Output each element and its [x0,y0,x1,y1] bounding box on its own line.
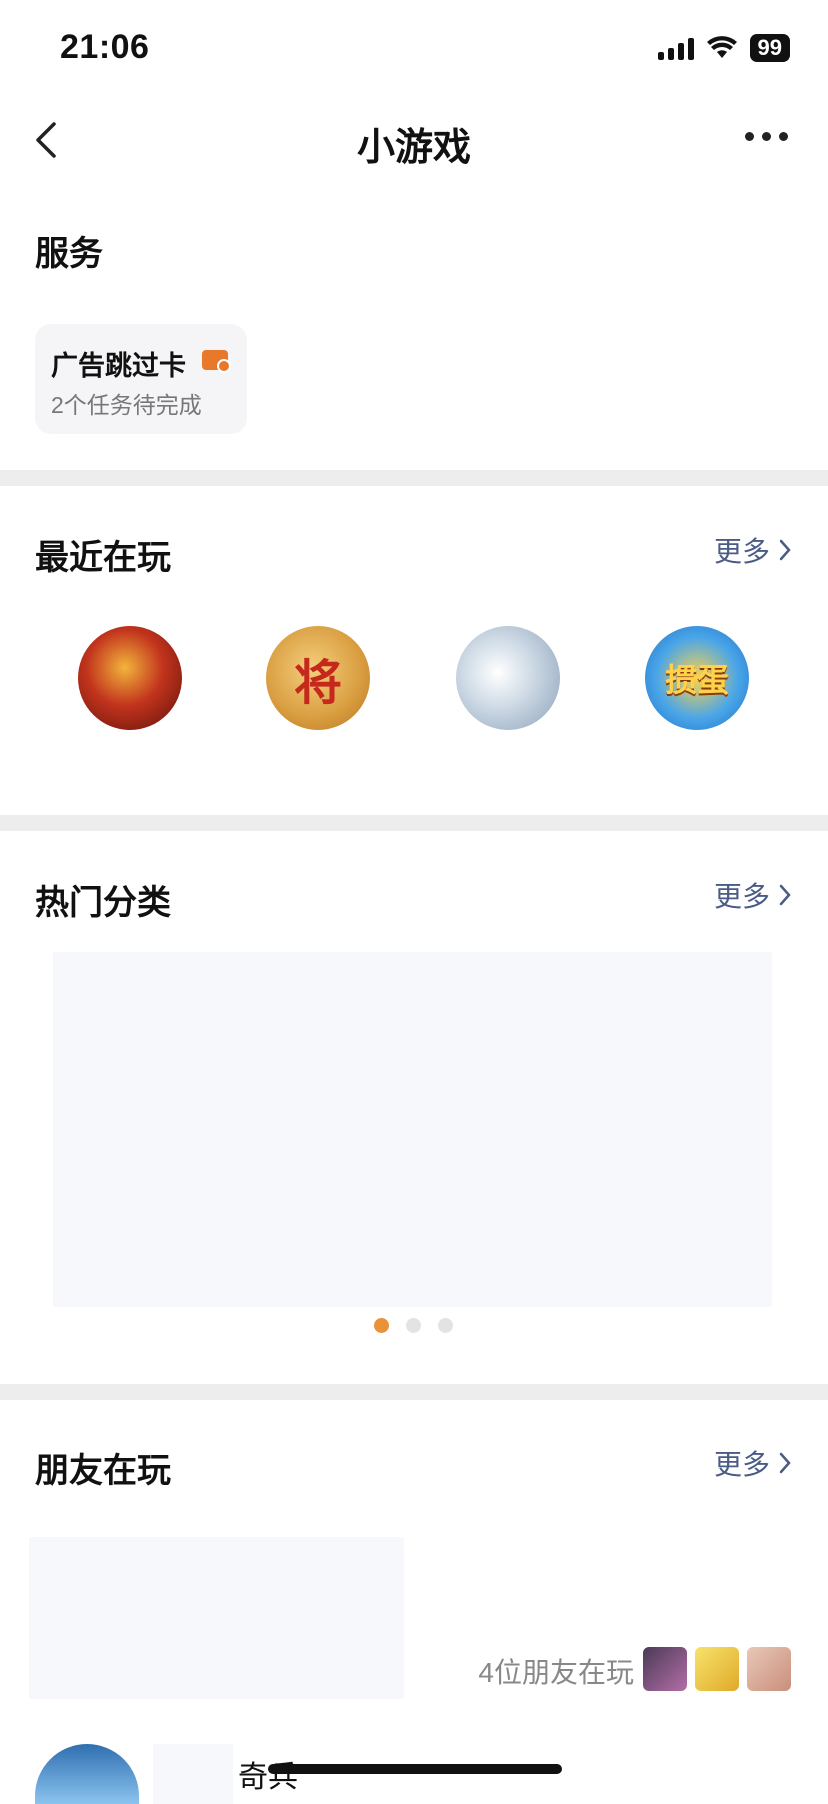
status-icons: 99 [657,34,790,62]
carousel-dot[interactable] [406,1318,421,1333]
ad-skip-card-name: 广告跳过卡 [51,351,186,381]
guandan-card-game-icon[interactable]: 掼蛋 [645,626,749,730]
game-name: 奇兵 [238,1761,298,1794]
friend-avatar[interactable] [695,1647,739,1691]
monkey-king-game-icon[interactable] [78,626,182,730]
friend-avatar[interactable] [643,1647,687,1691]
section-divider [0,1384,828,1400]
page-title: 小游戏 [356,127,471,169]
hot-more-label: 更多 [713,881,770,912]
game-thumbnail [153,1744,233,1804]
services-title: 服务 [35,235,103,273]
friend-game-banner[interactable] [29,1537,404,1699]
status-time: 21:06 [60,28,150,66]
recent-more-link[interactable]: 更多 [714,530,792,570]
guandan-glyph: 掼蛋 [664,662,729,698]
hot-category-carousel[interactable] [53,952,772,1307]
chevron-right-icon [779,1452,791,1474]
chinese-chess-game-icon[interactable]: 将 [266,626,370,730]
friends-count: 4位朋友在玩 [478,1657,634,1688]
section-divider [0,470,828,486]
carousel-dot[interactable] [438,1318,453,1333]
carousel-dot-active[interactable] [374,1318,389,1333]
hot-more-link[interactable]: 更多 [714,875,792,915]
chess-glyph: 将 [293,657,342,710]
recent-title: 最近在玩 [35,539,171,577]
cartoon-girl-game-icon[interactable] [456,626,560,730]
ad-skip-card[interactable]: 广告跳过卡 2个任务待完成 [35,324,247,434]
ad-card-icon [202,350,231,373]
wifi-icon [706,36,737,58]
game-avatar[interactable] [35,1744,139,1804]
friends-title: 朋友在玩 [35,1452,171,1490]
hot-title: 热门分类 [35,884,171,922]
chevron-right-icon [779,884,791,906]
ad-skip-card-subtitle: 2个任务待完成 [51,392,202,418]
friends-more-label: 更多 [713,1449,770,1480]
section-divider [0,815,828,831]
cellular-signal-icon [657,36,694,60]
more-options-icon[interactable] [745,132,788,141]
home-indicator [268,1764,562,1774]
chevron-right-icon [779,539,791,561]
recent-more-label: 更多 [713,536,770,567]
friends-more-link[interactable]: 更多 [714,1443,792,1483]
friend-avatar[interactable] [747,1647,791,1691]
battery-icon: 99 [749,34,790,62]
